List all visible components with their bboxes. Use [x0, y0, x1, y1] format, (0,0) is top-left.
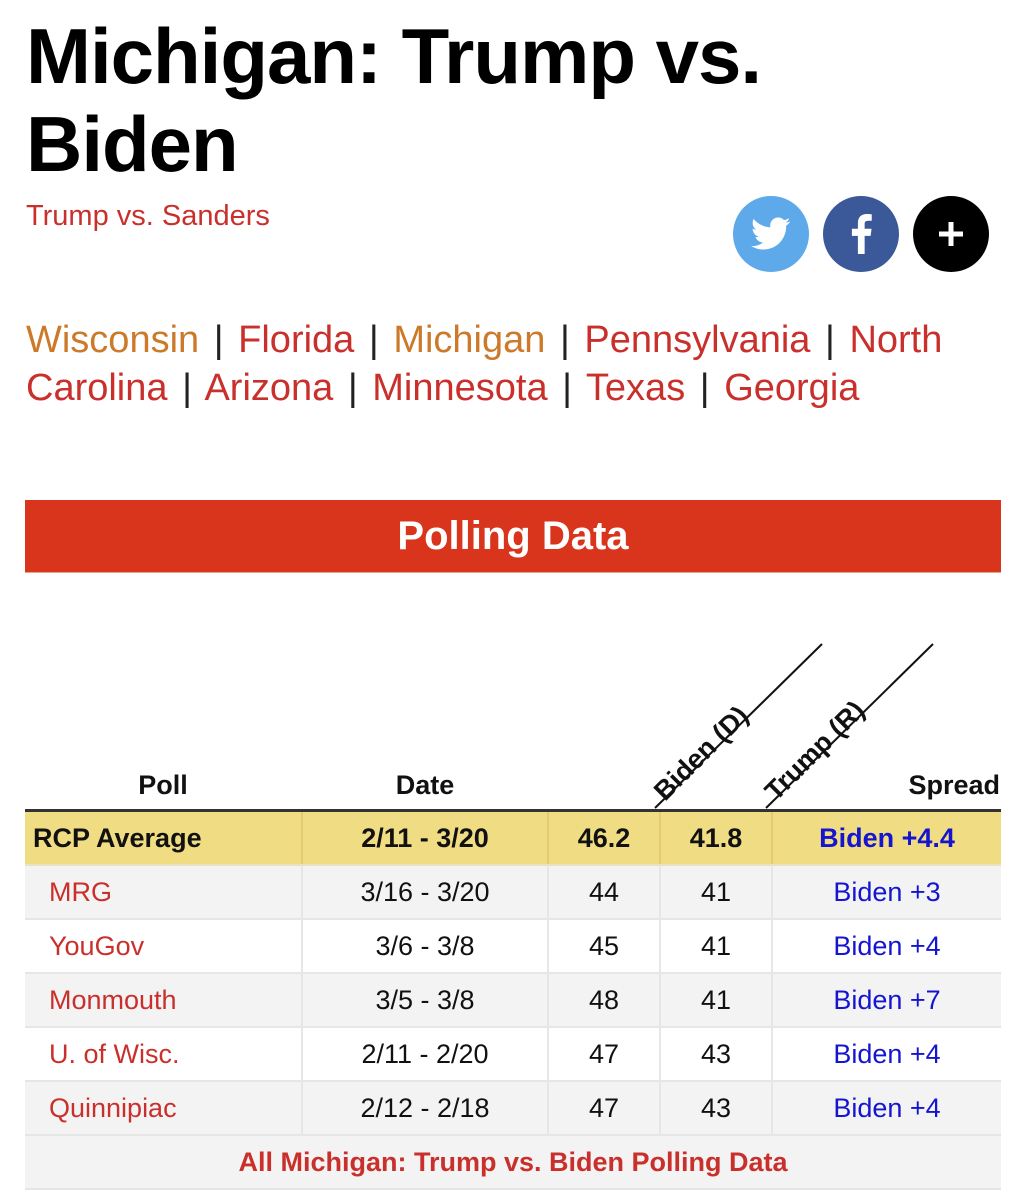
poll-date: 3/5 - 3/8	[302, 973, 549, 1028]
twitter-share-button[interactable]	[733, 196, 809, 272]
poll-name-link[interactable]: MRG	[49, 877, 112, 907]
average-spread: Biden +4.4	[772, 810, 1001, 866]
plus-icon	[939, 222, 963, 246]
facebook-icon	[851, 214, 872, 254]
state-nav: Wisconsin | Florida | Michigan | Pennsyl…	[26, 316, 986, 412]
poll-spread-cell: Biden +4	[772, 919, 1001, 974]
average-biden: 46.2	[548, 810, 661, 866]
alt-matchup-link[interactable]: Trump vs. Sanders	[26, 200, 270, 233]
poll-biden: 47	[548, 1081, 661, 1136]
poll-row: MRG 3/16 - 3/20 44 41 Biden +3	[25, 865, 1001, 920]
average-date: 2/11 - 3/20	[302, 810, 549, 866]
average-spread-link[interactable]: Biden +4.4	[819, 823, 955, 853]
poll-name-cell: YouGov	[25, 919, 303, 974]
poll-row: Monmouth 3/5 - 3/8 48 41 Biden +7	[25, 973, 1001, 1028]
poll-biden: 45	[548, 919, 661, 974]
state-link-arizona[interactable]: Arizona	[204, 367, 333, 409]
poll-trump: 43	[660, 1081, 773, 1136]
poll-spread-cell: Biden +4	[772, 1081, 1001, 1136]
poll-name-link[interactable]: Monmouth	[49, 985, 177, 1015]
poll-name-cell: MRG	[25, 865, 303, 920]
poll-spread-link[interactable]: Biden +3	[833, 877, 940, 907]
poll-biden: 44	[548, 865, 661, 920]
poll-date: 3/16 - 3/20	[302, 865, 549, 920]
poll-date: 2/12 - 2/18	[302, 1081, 549, 1136]
header-biden: Biden (D)	[648, 700, 754, 806]
state-link-wisconsin[interactable]: Wisconsin	[26, 319, 199, 361]
poll-name-cell: Monmouth	[25, 973, 303, 1028]
table-header: Poll Date Biden (D) Trump (R) Spread	[138, 643, 1000, 809]
poll-trump: 41	[660, 865, 773, 920]
poll-trump: 41	[660, 919, 773, 974]
facebook-share-button[interactable]	[823, 196, 899, 272]
all-polling-data-link[interactable]: All Michigan: Trump vs. Biden Polling Da…	[238, 1147, 787, 1177]
state-separator: |	[182, 367, 192, 409]
poll-date: 3/6 - 3/8	[302, 919, 549, 974]
more-share-button[interactable]	[913, 196, 989, 272]
header-trump: Trump (R)	[759, 695, 870, 806]
state-link-minnesota[interactable]: Minnesota	[372, 367, 547, 409]
poll-trump: 41	[660, 973, 773, 1028]
state-separator: |	[559, 319, 570, 361]
state-separator: |	[368, 319, 379, 361]
poll-date: 2/11 - 2/20	[302, 1027, 549, 1082]
poll-spread-link[interactable]: Biden +4	[833, 1039, 940, 1069]
state-separator: |	[347, 367, 358, 409]
table-footer-row: All Michigan: Trump vs. Biden Polling Da…	[25, 1135, 1001, 1190]
poll-biden: 48	[548, 973, 661, 1028]
poll-name-link[interactable]: Quinnipiac	[49, 1093, 177, 1123]
state-link-georgia[interactable]: Georgia	[724, 367, 859, 409]
poll-spread-link[interactable]: Biden +4	[833, 1093, 940, 1123]
poll-spread-link[interactable]: Biden +4	[833, 931, 940, 961]
poll-spread-cell: Biden +3	[772, 865, 1001, 920]
average-poll: RCP Average	[25, 810, 303, 866]
state-separator: |	[213, 319, 224, 361]
state-link-texas[interactable]: Texas	[586, 367, 685, 409]
poll-row: U. of Wisc. 2/11 - 2/20 47 43 Biden +4	[25, 1027, 1001, 1082]
poll-name-link[interactable]: U. of Wisc.	[49, 1039, 180, 1069]
poll-name-cell: Quinnipiac	[25, 1081, 303, 1136]
header-spread: Spread	[908, 770, 1000, 800]
state-separator: |	[825, 319, 835, 361]
poll-spread-cell: Biden +4	[772, 1027, 1001, 1082]
polling-table: RCP Average 2/11 - 3/20 46.2 41.8 Biden …	[25, 809, 1001, 1190]
state-link-michigan[interactable]: Michigan	[393, 319, 545, 361]
table-footer-cell: All Michigan: Trump vs. Biden Polling Da…	[25, 1135, 1001, 1190]
poll-biden: 47	[548, 1027, 661, 1082]
poll-name-cell: U. of Wisc.	[25, 1027, 303, 1082]
page-title: Michigan: Trump vs. Biden	[26, 12, 762, 188]
state-separator: |	[562, 367, 573, 409]
header-date: Date	[396, 770, 455, 800]
average-trump: 41.8	[660, 810, 773, 866]
poll-name-link[interactable]: YouGov	[49, 931, 144, 961]
polling-data-banner: Polling Data	[25, 500, 1001, 573]
poll-spread-link[interactable]: Biden +7	[833, 985, 940, 1015]
poll-row: YouGov 3/6 - 3/8 45 41 Biden +4	[25, 919, 1001, 974]
rcp-average-row: RCP Average 2/11 - 3/20 46.2 41.8 Biden …	[25, 810, 1001, 866]
state-link-florida[interactable]: Florida	[238, 319, 354, 361]
state-separator: |	[699, 367, 710, 409]
header-poll: Poll	[138, 770, 188, 800]
poll-row: Quinnipiac 2/12 - 2/18 47 43 Biden +4	[25, 1081, 1001, 1136]
poll-spread-cell: Biden +7	[772, 973, 1001, 1028]
poll-trump: 43	[660, 1027, 773, 1082]
twitter-icon	[751, 217, 791, 250]
state-link-pennsylvania[interactable]: Pennsylvania	[584, 319, 810, 361]
